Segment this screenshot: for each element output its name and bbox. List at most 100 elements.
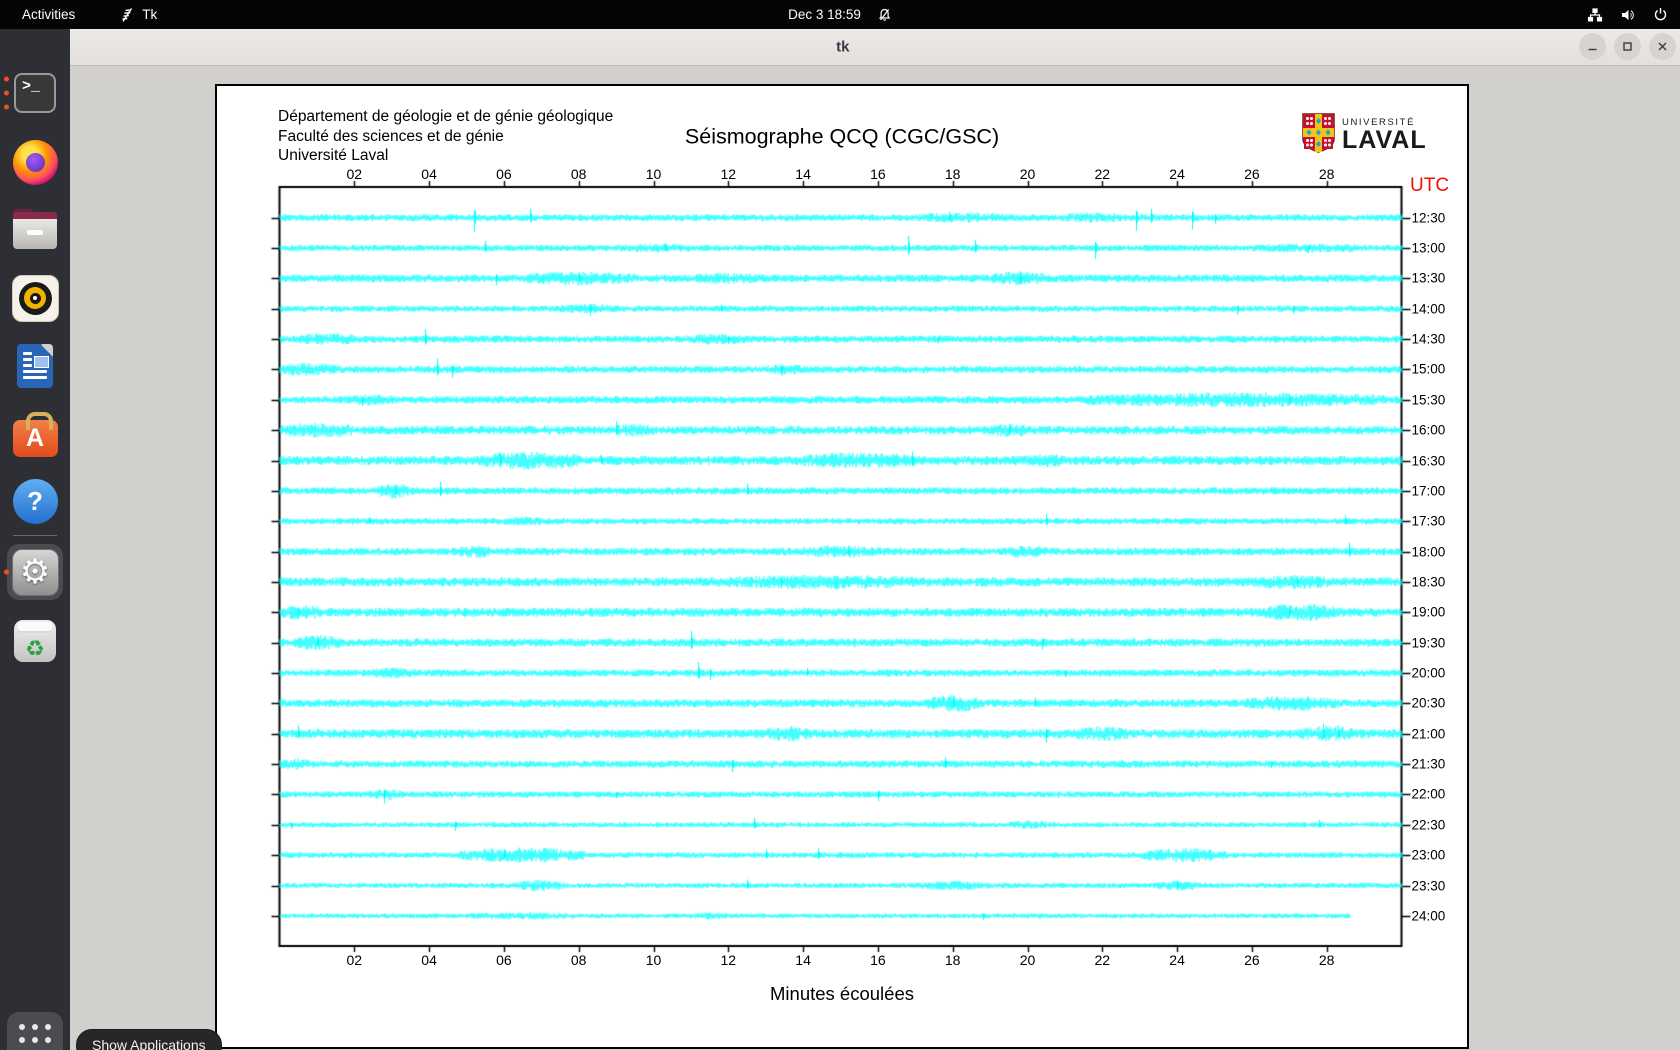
x-tick-label-bottom: 14 [795, 952, 811, 968]
show-applications-button[interactable] [7, 1012, 63, 1050]
x-tick-label-bottom: 22 [1095, 952, 1111, 968]
x-tick-label-bottom: 04 [421, 952, 437, 968]
utc-tick-label: 24:00 [1412, 908, 1446, 923]
x-tick-label-top: 12 [721, 166, 737, 182]
focused-app-name: Tk [142, 7, 157, 22]
utc-tick-label: 17:00 [1412, 483, 1446, 498]
x-tick-label-top: 16 [870, 166, 886, 182]
show-applications-grid-icon [19, 1024, 51, 1050]
terminal-icon: >_ [14, 73, 56, 113]
system-status-area[interactable] [1587, 7, 1668, 23]
dock-item-terminal[interactable]: >_ [11, 69, 59, 117]
seismograph-canvas [217, 86, 1467, 1047]
utc-tick-label: 23:30 [1412, 878, 1446, 893]
trash-icon: ♻ [14, 620, 56, 662]
logo-line2: LAVAL [1342, 126, 1427, 155]
x-tick-label-bottom: 28 [1319, 952, 1335, 968]
utc-tick-label: 15:00 [1412, 362, 1446, 377]
laval-shield-icon [1302, 113, 1335, 158]
network-icon [1587, 7, 1603, 23]
running-indicator [4, 570, 9, 575]
dock-item-ubuntu-software[interactable]: A [11, 410, 59, 458]
files-icon [13, 215, 57, 249]
dock-item-rhythmbox[interactable] [11, 274, 59, 322]
utc-tick-label: 15:30 [1412, 392, 1446, 407]
help-icon: ? [13, 479, 58, 524]
dock-item-trash[interactable]: ♻ [11, 617, 59, 665]
settings-gear-icon: ⚙ [12, 549, 59, 596]
maximize-button[interactable] [1614, 33, 1641, 60]
minimize-button[interactable] [1579, 33, 1606, 60]
dock-item-help[interactable]: ? [11, 477, 59, 525]
institution-header: Département de géologie et de génie géol… [278, 107, 613, 166]
x-tick-label-bottom: 24 [1169, 952, 1185, 968]
tk-window: tk Département de géologie et de génie g… [70, 29, 1680, 1050]
utc-tick-label: 13:30 [1412, 271, 1446, 286]
notifications-muted-icon [877, 7, 892, 22]
x-tick-label-bottom: 12 [721, 952, 737, 968]
x-tick-label-top: 08 [571, 166, 587, 182]
utc-tick-label: 20:30 [1412, 696, 1446, 711]
dock-item-firefox[interactable] [11, 138, 59, 186]
dock-separator [13, 535, 57, 536]
desktop: Activities Tk Dec 3 18:59 [0, 0, 1680, 1050]
dock-item-files[interactable] [11, 205, 59, 253]
utc-tick-label: 13:00 [1412, 241, 1446, 256]
tk-feather-icon [119, 7, 134, 23]
seismograph-panel: Département de géologie et de génie géol… [215, 84, 1469, 1049]
utc-tick-label: 12:30 [1412, 210, 1446, 225]
x-axis-title: Minutes écoulées [770, 983, 914, 1005]
utc-tick-label: 19:00 [1412, 605, 1446, 620]
x-tick-label-bottom: 16 [870, 952, 886, 968]
utc-axis-label: UTC [1410, 175, 1449, 197]
utc-tick-label: 18:00 [1412, 544, 1446, 559]
x-tick-label-bottom: 26 [1244, 952, 1260, 968]
close-button[interactable] [1649, 33, 1676, 60]
dock-item-settings[interactable]: ⚙ [7, 544, 63, 600]
x-tick-label-top: 20 [1020, 166, 1036, 182]
running-indicator [4, 77, 9, 110]
clock-text: Dec 3 18:59 [788, 7, 861, 22]
utc-tick-label: 22:30 [1412, 817, 1446, 832]
utc-tick-label: 21:30 [1412, 757, 1446, 772]
volume-icon [1620, 7, 1636, 23]
dock: >_ A ? ⚙ ♻ [0, 29, 70, 1050]
x-tick-label-top: 18 [945, 166, 961, 182]
utc-tick-label: 20:00 [1412, 666, 1446, 681]
show-applications-tooltip: Show Applications [76, 1029, 222, 1050]
window-title: tk [836, 39, 849, 56]
x-tick-label-top: 06 [496, 166, 512, 182]
utc-tick-label: 22:00 [1412, 787, 1446, 802]
firefox-icon [13, 140, 58, 185]
plot-title: Séismographe QCQ (CGC/GSC) [685, 125, 999, 150]
utc-tick-label: 16:00 [1412, 423, 1446, 438]
utc-tick-label: 19:30 [1412, 635, 1446, 650]
universite-laval-logo: UNIVERSITÉ LAVAL [1302, 113, 1427, 158]
focused-app-menu[interactable]: Tk [119, 7, 157, 23]
utc-tick-label: 14:00 [1412, 301, 1446, 316]
x-tick-label-top: 10 [646, 166, 662, 182]
libreoffice-writer-icon [17, 344, 53, 388]
top-bar: Activities Tk Dec 3 18:59 [0, 0, 1680, 29]
ubuntu-software-icon: A [13, 420, 58, 457]
x-tick-label-top: 26 [1244, 166, 1260, 182]
utc-tick-label: 14:30 [1412, 332, 1446, 347]
x-tick-label-top: 04 [421, 166, 437, 182]
x-tick-label-bottom: 02 [347, 952, 363, 968]
clock-menu[interactable]: Dec 3 18:59 [788, 7, 892, 22]
x-tick-label-bottom: 06 [496, 952, 512, 968]
utc-tick-label: 23:00 [1412, 848, 1446, 863]
utc-tick-label: 16:30 [1412, 453, 1446, 468]
x-tick-label-top: 14 [795, 166, 811, 182]
x-tick-label-top: 28 [1319, 166, 1335, 182]
power-icon [1653, 7, 1668, 22]
x-tick-label-bottom: 08 [571, 952, 587, 968]
utc-tick-label: 17:30 [1412, 514, 1446, 529]
x-tick-label-top: 22 [1095, 166, 1111, 182]
activities-button[interactable]: Activities [22, 7, 75, 22]
utc-tick-label: 18:30 [1412, 574, 1446, 589]
utc-tick-label: 21:00 [1412, 726, 1446, 741]
dock-item-libreoffice-writer[interactable] [11, 342, 59, 390]
x-tick-label-top: 02 [347, 166, 363, 182]
window-titlebar[interactable]: tk [70, 29, 1680, 66]
